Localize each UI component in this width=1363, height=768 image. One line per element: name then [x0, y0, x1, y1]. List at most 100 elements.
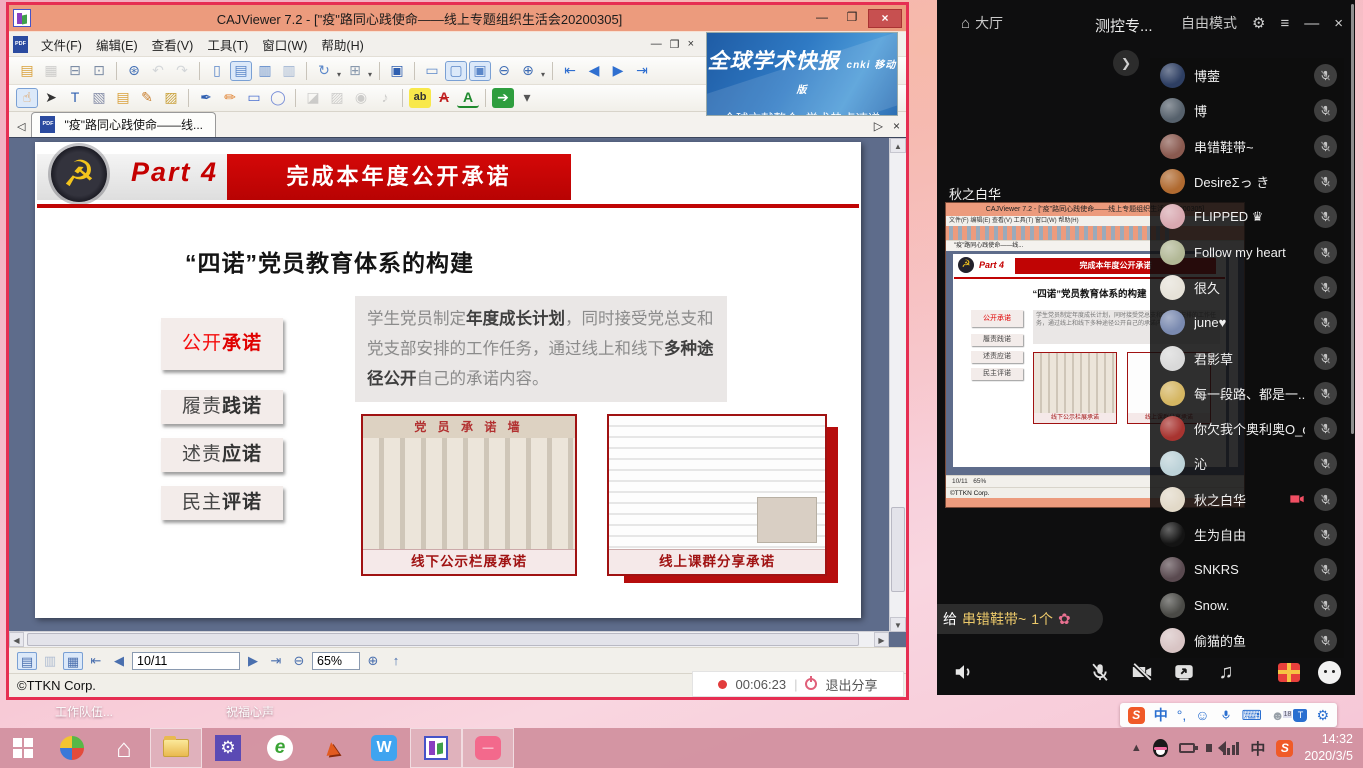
mic-muted-icon[interactable]: [1314, 205, 1337, 228]
account-icon[interactable]: ☻18: [1271, 708, 1285, 723]
prev-page-icon[interactable]: ◀: [583, 61, 605, 81]
zoom-out-icon[interactable]: ⊖: [493, 61, 515, 81]
taskbar-app-wps[interactable]: W: [358, 728, 410, 768]
menu-item-4[interactable]: 窗口(W): [255, 33, 314, 56]
input-lang-toggle[interactable]: 中: [1154, 705, 1168, 725]
tab-close-icon[interactable]: ×: [893, 119, 900, 133]
tray-lang-indicator[interactable]: 中: [1250, 738, 1265, 759]
doc-close-icon[interactable]: ×: [688, 38, 694, 51]
zoom-in-icon[interactable]: ⊕: [363, 652, 383, 670]
doc-restore-icon[interactable]: ❐: [670, 38, 680, 51]
single-page-icon[interactable]: ▯: [206, 61, 228, 81]
participant-row[interactable]: 沁: [1150, 446, 1344, 481]
print-icon[interactable]: ⊟: [64, 61, 86, 81]
image-icon[interactable]: ▨: [326, 88, 348, 108]
sogou-tray-icon[interactable]: S: [1276, 740, 1293, 757]
cajviewer-titlebar[interactable]: CAJViewer 7.2 - ["疫"路同心践使命——线上专题组织生活会202…: [9, 5, 906, 31]
participant-row[interactable]: 很久: [1150, 270, 1344, 305]
mic-muted-icon[interactable]: [1314, 452, 1337, 475]
participant-row[interactable]: Snow.: [1150, 587, 1344, 622]
participant-row[interactable]: 你欠我个奥利奥O_o: [1150, 411, 1344, 446]
participant-row[interactable]: 君影草: [1150, 340, 1344, 375]
document-tab[interactable]: PDF "疫"路同心践使命——线...: [31, 112, 216, 137]
keyboard-icon[interactable]: ⌨: [1242, 707, 1262, 724]
save-icon[interactable]: ▦: [40, 61, 62, 81]
tab-scroll-right-icon[interactable]: ▷: [874, 119, 883, 133]
area-select-icon[interactable]: ▧: [88, 88, 110, 108]
dropdown-caret-icon[interactable]: ▾: [337, 65, 341, 84]
first-page-icon[interactable]: ⇤: [559, 61, 581, 81]
annotation-icon[interactable]: ✎: [136, 88, 158, 108]
mic-muted-icon[interactable]: [1314, 241, 1337, 264]
toolbox-wrench-icon[interactable]: ⚙: [1316, 707, 1329, 724]
pen-icon[interactable]: ✒: [195, 88, 217, 108]
rotate-icon[interactable]: ↻▾: [313, 61, 335, 81]
voice-input-icon[interactable]: [1219, 703, 1233, 727]
participant-row[interactable]: june♥: [1150, 305, 1344, 340]
panel-collapse-button[interactable]: ❯: [1113, 50, 1139, 76]
minimize-button[interactable]: —: [808, 9, 836, 28]
participant-row[interactable]: DesireΣっ き: [1150, 164, 1344, 199]
horizontal-scroll-thumb[interactable]: [27, 633, 859, 646]
mic-muted-icon[interactable]: [1314, 311, 1337, 334]
taskbar-app-explorer[interactable]: [150, 728, 202, 768]
camera-off-icon[interactable]: [1129, 660, 1155, 684]
dropdown-caret-icon[interactable]: ▾: [541, 65, 545, 84]
taskbar-app-browser[interactable]: e: [254, 728, 306, 768]
cnki-banner[interactable]: 全球学术快报 cnki 移动版 全球文献整合, 学术热点速递: [706, 32, 898, 116]
tray-expand-icon[interactable]: ▲: [1131, 742, 1142, 754]
next-page-icon[interactable]: ▶: [607, 61, 629, 81]
mic-off-icon[interactable]: [1087, 660, 1113, 684]
mic-muted-icon[interactable]: [1314, 347, 1337, 370]
go-icon[interactable]: ➔: [492, 88, 514, 108]
mode-selector[interactable]: 自由模式: [1181, 13, 1237, 33]
participant-row[interactable]: 每一段路、都是一...: [1150, 376, 1344, 411]
more-dropdown-icon[interactable]: ▾: [516, 88, 538, 108]
mic-muted-icon[interactable]: [1314, 170, 1337, 193]
mic-muted-icon[interactable]: [1314, 64, 1337, 87]
chat-icon[interactable]: [1318, 661, 1341, 684]
mic-muted-icon[interactable]: [1314, 99, 1337, 122]
snapshot-icon[interactable]: ⊞▾: [344, 61, 366, 81]
page-number-input[interactable]: [132, 652, 240, 670]
zoom-level-input[interactable]: [312, 652, 360, 670]
taskbar-app-cajviewer[interactable]: [410, 728, 462, 768]
gift-icon[interactable]: [1278, 663, 1300, 682]
view-facing-icon[interactable]: ▥: [40, 652, 60, 670]
participant-row[interactable]: 串错鞋带~: [1150, 129, 1344, 164]
mic-muted-icon[interactable]: [1314, 382, 1337, 405]
conf-close-icon[interactable]: ×: [1334, 15, 1343, 32]
participant-row[interactable]: Follow my heart: [1150, 234, 1344, 269]
taskbar-app-matlab[interactable]: ▲: [306, 728, 358, 768]
two-up-icon[interactable]: ▥: [278, 61, 300, 81]
battery-icon[interactable]: [1179, 743, 1195, 753]
vertical-scrollbar[interactable]: ▲ ▼: [889, 138, 906, 632]
print-preview-icon[interactable]: ⊡: [88, 61, 110, 81]
last-page-icon[interactable]: ⇥: [631, 61, 653, 81]
zoom-in-icon[interactable]: ⊕▾: [517, 61, 539, 81]
participant-row[interactable]: 生为自由: [1150, 517, 1344, 552]
pencil-icon[interactable]: ✏: [219, 88, 241, 108]
mic-muted-icon[interactable]: [1314, 594, 1337, 617]
text-note-icon[interactable]: ▨: [160, 88, 182, 108]
participant-row[interactable]: SNKRS: [1150, 552, 1344, 587]
menu-item-3[interactable]: 工具(T): [200, 33, 255, 56]
taskbar-app-chat[interactable]: —: [462, 728, 514, 768]
next-page-icon[interactable]: ▶: [243, 652, 263, 670]
scroll-up-icon[interactable]: ▲: [890, 138, 906, 153]
music-icon[interactable]: ♫: [1213, 660, 1239, 684]
menu-item-2[interactable]: 查看(V): [145, 33, 201, 56]
search-icon[interactable]: ⊛: [123, 61, 145, 81]
close-button[interactable]: ×: [868, 9, 902, 28]
participant-row[interactable]: FLIPPED ♛: [1150, 199, 1344, 234]
fit-width-icon[interactable]: ▭: [421, 61, 443, 81]
menu-item-5[interactable]: 帮助(H): [314, 33, 370, 56]
doc-minimize-icon[interactable]: —: [651, 38, 662, 51]
fit-page-icon[interactable]: ▢: [445, 61, 467, 81]
actual-size-icon[interactable]: ▣: [469, 61, 491, 81]
zoom-out-icon[interactable]: ⊖: [289, 652, 309, 670]
fullscreen-icon[interactable]: ▣: [386, 61, 408, 81]
hall-button[interactable]: ⌂ 大厅: [961, 13, 1003, 33]
punctuation-toggle[interactable]: °,: [1177, 707, 1187, 723]
horizontal-scrollbar[interactable]: ◀ ▶: [9, 631, 889, 647]
